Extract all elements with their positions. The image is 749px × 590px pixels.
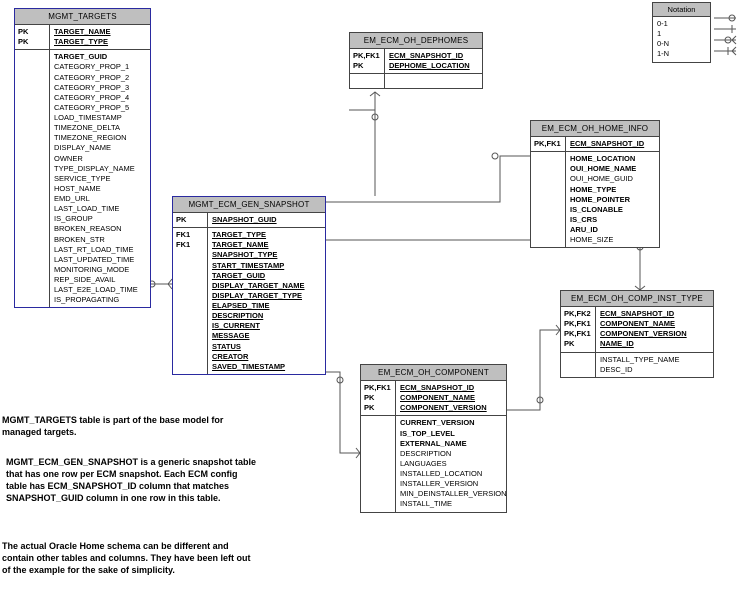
pk-left: PKPK [15, 25, 50, 49]
desc-1: MGMT_TARGETS table is part of the base m… [2, 414, 257, 438]
pk-right: TARGET_NAMETARGET_TYPE [50, 25, 150, 49]
entity-title: MGMT_ECM_GEN_SNAPSHOT [173, 197, 325, 213]
desc-3: The actual Oracle Home schema can be dif… [2, 540, 257, 576]
entity-em-ecm-oh-component: EM_ECM_OH_COMPONENT PK,FK1PKPK ECM_SNAPS… [360, 364, 507, 513]
notation-rows: 0-1 1 0-N 1-N [653, 17, 710, 62]
entity-em-ecm-oh-home-info: EM_ECM_OH_HOME_INFO PK,FK1 ECM_SNAPSHOT_… [530, 120, 660, 248]
entity-title: MGMT_TARGETS [15, 9, 150, 25]
entity-em-ecm-oh-comp-inst-type: EM_ECM_OH_COMP_INST_TYPE PK,FK2PK,FK1PK,… [560, 290, 714, 378]
notation-legend: Notation 0-1 1 0-N 1-N [652, 2, 711, 63]
desc-2: MGMT_ECM_GEN_SNAPSHOT is a generic snaps… [6, 456, 261, 505]
entity-mgmt-ecm-gen-snapshot: MGMT_ECM_GEN_SNAPSHOT PK SNAPSHOT_GUID F… [172, 196, 326, 375]
attrs: TARGET_GUIDCATEGORY_PROP_1CATEGORY_PROP_… [50, 50, 150, 307]
entity-em-ecm-oh-dephomes: EM_ECM_OH_DEPHOMES PK,FK1PK ECM_SNAPSHOT… [349, 32, 483, 89]
entity-mgmt-targets: MGMT_TARGETS PKPK TARGET_NAMETARGET_TYPE… [14, 8, 151, 308]
